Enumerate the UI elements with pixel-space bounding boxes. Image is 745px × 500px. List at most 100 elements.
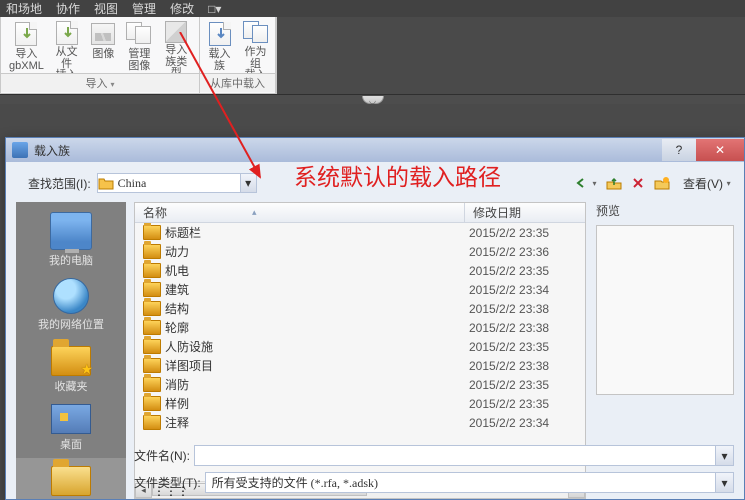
file-date: 2015/2/2 23:38 bbox=[469, 321, 549, 335]
ribbon: 导入gbXML 从文件插入 图像 管理图像 导入族类型 导入 ▾ bbox=[0, 17, 277, 94]
table-row[interactable]: 标题栏2015/2/2 23:35 bbox=[135, 223, 585, 242]
table-row[interactable]: 机电2015/2/2 23:35 bbox=[135, 261, 585, 280]
folder-icon bbox=[143, 282, 161, 297]
ribbon-group-label: 从库中载入 bbox=[210, 78, 265, 90]
insert-from-file-button[interactable]: 从文件插入 bbox=[48, 19, 86, 77]
sidebar-item-favorites[interactable]: 收藏夹 bbox=[16, 338, 126, 400]
file-date: 2015/2/2 23:34 bbox=[469, 416, 549, 430]
file-name: 样例 bbox=[165, 395, 469, 412]
table-row[interactable]: 建筑2015/2/2 23:34 bbox=[135, 280, 585, 299]
canvas-area: ◡ bbox=[0, 94, 745, 104]
new-folder-button[interactable] bbox=[653, 174, 671, 192]
folder-icon bbox=[143, 396, 161, 411]
menu-item[interactable]: 管理 bbox=[132, 0, 156, 17]
preview-label: 预览 bbox=[596, 202, 734, 219]
folder-icon bbox=[143, 377, 161, 392]
lookin-combo[interactable]: China ▾ bbox=[97, 173, 257, 193]
folder-icon bbox=[143, 244, 161, 259]
nav-back-button[interactable] bbox=[572, 174, 590, 192]
chevron-down-icon[interactable]: ▾ bbox=[715, 446, 733, 465]
preview-box bbox=[596, 225, 734, 395]
filetype-label: 文件类型(T): bbox=[134, 474, 201, 491]
menu-item[interactable]: 和场地 bbox=[6, 0, 42, 17]
file-date: 2015/2/2 23:35 bbox=[469, 397, 549, 411]
table-row[interactable]: 消防2015/2/2 23:35 bbox=[135, 375, 585, 394]
app-menubar: 和场地 协作 视图 管理 修改 □▾ bbox=[0, 0, 745, 17]
table-row[interactable]: 详图项目2015/2/2 23:38 bbox=[135, 356, 585, 375]
nav-up-button[interactable] bbox=[605, 174, 623, 192]
close-button[interactable]: ✕ bbox=[696, 139, 744, 161]
table-row[interactable]: 结构2015/2/2 23:38 bbox=[135, 299, 585, 318]
panel-tab-icon[interactable]: ◡ bbox=[362, 96, 384, 104]
menu-item[interactable]: 协作 bbox=[56, 0, 80, 17]
file-name: 机电 bbox=[165, 262, 469, 279]
folder-icon bbox=[143, 339, 161, 354]
column-date[interactable]: 修改日期 bbox=[465, 203, 585, 222]
file-name: 详图项目 bbox=[165, 357, 469, 374]
preview-panel: 预览 bbox=[596, 202, 734, 395]
sidebar-item-metric-library[interactable]: Metric Li... bbox=[16, 458, 126, 499]
load-as-group-button[interactable]: 作为组载入 bbox=[238, 19, 274, 77]
app-icon bbox=[12, 142, 28, 158]
table-row[interactable]: 样例2015/2/2 23:35 bbox=[135, 394, 585, 413]
manage-images-button[interactable]: 管理图像 bbox=[121, 19, 157, 77]
folder-icon bbox=[143, 225, 161, 240]
file-name: 标题栏 bbox=[165, 224, 469, 241]
menu-item[interactable]: □▾ bbox=[208, 2, 221, 16]
column-headers: 名称▴ 修改日期 bbox=[135, 203, 585, 223]
file-date: 2015/2/2 23:34 bbox=[469, 283, 549, 297]
table-row[interactable]: 动力2015/2/2 23:36 bbox=[135, 242, 585, 261]
desktop-icon bbox=[51, 404, 91, 434]
file-name: 结构 bbox=[165, 300, 469, 317]
file-date: 2015/2/2 23:35 bbox=[469, 226, 549, 240]
file-name: 轮廓 bbox=[165, 319, 469, 336]
chevron-down-icon[interactable]: ▾ bbox=[240, 174, 256, 192]
file-date: 2015/2/2 23:38 bbox=[469, 359, 549, 373]
sidebar-item-desktop[interactable]: 桌面 bbox=[16, 400, 126, 458]
column-name[interactable]: 名称▴ bbox=[135, 203, 465, 222]
folder-icon bbox=[98, 174, 114, 192]
table-row[interactable]: 注释2015/2/2 23:34 bbox=[135, 413, 585, 432]
file-name: 建筑 bbox=[165, 281, 469, 298]
file-date: 2015/2/2 23:35 bbox=[469, 378, 549, 392]
sidebar-item-network[interactable]: 我的网络位置 bbox=[16, 274, 126, 338]
table-row[interactable]: 人防设施2015/2/2 23:35 bbox=[135, 337, 585, 356]
chevron-down-icon[interactable]: ▾ bbox=[590, 179, 599, 188]
filename-input[interactable] bbox=[195, 446, 715, 465]
folder-icon bbox=[143, 301, 161, 316]
folder-open-icon bbox=[51, 466, 91, 496]
view-menu-button[interactable]: 查看(V) bbox=[683, 175, 723, 192]
filename-combo[interactable]: ▾ bbox=[194, 445, 734, 466]
menu-item[interactable]: 视图 bbox=[94, 0, 118, 17]
file-name: 动力 bbox=[165, 243, 469, 260]
file-date: 2015/2/2 23:36 bbox=[469, 245, 549, 259]
folder-star-icon bbox=[51, 346, 91, 376]
image-button[interactable]: 图像 bbox=[85, 19, 121, 77]
expand-icon[interactable]: ▾ bbox=[111, 80, 115, 89]
sort-asc-icon: ▴ bbox=[252, 207, 257, 218]
filetype-value: 所有受支持的文件 (*.rfa, *.adsk) bbox=[206, 474, 715, 491]
chevron-down-icon[interactable]: ▾ bbox=[723, 179, 732, 188]
folder-icon bbox=[143, 320, 161, 335]
help-button[interactable]: ? bbox=[662, 139, 696, 161]
filetype-combo[interactable]: 所有受支持的文件 (*.rfa, *.adsk) ▾ bbox=[205, 472, 734, 493]
import-family-types-button[interactable]: 导入族类型 bbox=[157, 19, 195, 77]
folder-icon bbox=[143, 415, 161, 430]
import-gbxml-button[interactable]: 导入gbXML bbox=[5, 19, 48, 77]
file-name: 消防 bbox=[165, 376, 469, 393]
load-family-button[interactable]: 载入族 bbox=[202, 19, 238, 77]
globe-icon bbox=[53, 278, 89, 314]
chevron-down-icon[interactable]: ▾ bbox=[715, 473, 733, 492]
lookin-value: China bbox=[114, 174, 240, 192]
table-row[interactable]: 轮廓2015/2/2 23:38 bbox=[135, 318, 585, 337]
menu-item[interactable]: 修改 bbox=[170, 0, 194, 17]
sidebar-item-my-computer[interactable]: 我的电脑 bbox=[16, 208, 126, 274]
file-list: 标题栏2015/2/2 23:35动力2015/2/2 23:36机电2015/… bbox=[135, 223, 585, 481]
folder-icon bbox=[143, 358, 161, 373]
places-sidebar: 我的电脑 我的网络位置 收藏夹 桌面 Metric Li... Metric D… bbox=[16, 202, 126, 499]
file-name: 人防设施 bbox=[165, 338, 469, 355]
dialog-title: 载入族 bbox=[34, 142, 70, 159]
file-date: 2015/2/2 23:35 bbox=[469, 340, 549, 354]
filename-label: 文件名(N): bbox=[134, 447, 190, 464]
delete-button[interactable] bbox=[629, 174, 647, 192]
